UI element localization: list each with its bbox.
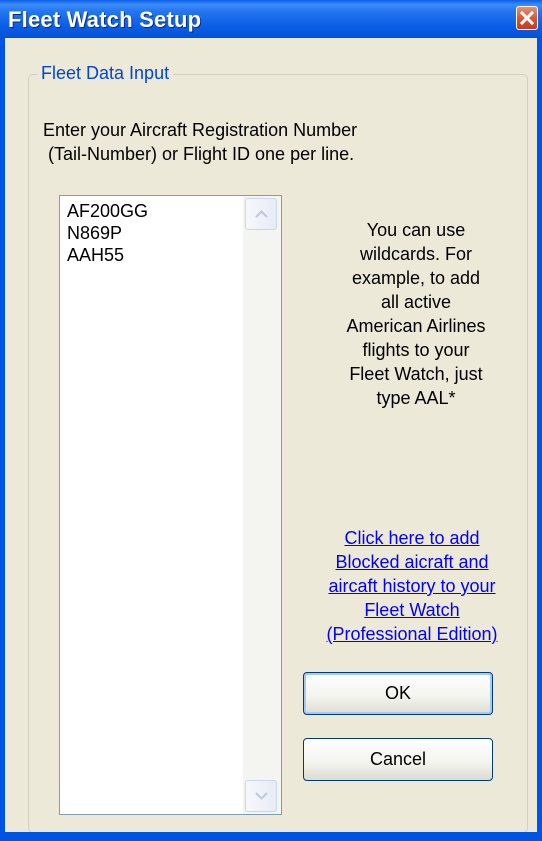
window-title: Fleet Watch Setup	[8, 7, 202, 32]
registration-textarea[interactable]: AF200GG N869P AAH55	[59, 195, 282, 815]
ok-button[interactable]: OK	[303, 672, 493, 715]
dialog-window: Fleet Watch Setup Fleet Data Input Enter…	[0, 0, 542, 841]
hint-line: American Airlines	[346, 316, 486, 336]
chevron-up-icon	[255, 210, 268, 218]
title-bar[interactable]: Fleet Watch Setup	[0, 0, 542, 38]
instructions-line-2: (Tail-Number) or Flight ID one per line.	[43, 144, 355, 164]
close-icon	[520, 11, 534, 25]
instructions-text: Enter your Aircraft Registration Number …	[43, 118, 483, 166]
close-button[interactable]	[516, 6, 538, 30]
hint-line: wildcards. For	[359, 244, 473, 264]
vertical-scrollbar[interactable]	[243, 196, 281, 814]
hint-line: example, to add	[351, 268, 481, 288]
hint-line: flights to your	[362, 340, 470, 360]
scroll-down-button[interactable]	[245, 780, 277, 812]
link-line[interactable]: Blocked aicraft and	[287, 550, 537, 574]
groupbox-legend: Fleet Data Input	[37, 63, 174, 84]
link-line[interactable]: aircaft history to your	[287, 574, 537, 598]
hint-line: Fleet Watch, just	[349, 364, 483, 384]
window-bottom-border	[0, 832, 542, 841]
hint-line: all active	[380, 292, 452, 312]
hint-line: You can use	[366, 220, 466, 240]
link-line[interactable]: Fleet Watch	[287, 598, 537, 622]
registration-list: AF200GG N869P AAH55	[67, 200, 148, 266]
list-item: N869P	[67, 223, 123, 243]
scroll-up-button[interactable]	[245, 198, 277, 230]
wildcard-hint-text: You can use wildcards. For example, to a…	[311, 218, 521, 410]
dialog-body: Fleet Data Input Enter your Aircraft Reg…	[5, 38, 537, 841]
link-line[interactable]: Click here to add	[287, 526, 537, 550]
list-item: AF200GG	[67, 201, 149, 221]
hint-line: type AAL*	[376, 388, 456, 408]
list-item: AAH55	[67, 245, 125, 265]
cancel-button[interactable]: Cancel	[303, 738, 493, 781]
link-line[interactable]: (Professional Edition)	[287, 622, 537, 646]
instructions-line-1: Enter your Aircraft Registration Number	[43, 120, 358, 140]
chevron-down-icon	[255, 792, 268, 800]
professional-edition-link[interactable]: Click here to add Blocked aicraft and ai…	[287, 526, 537, 646]
